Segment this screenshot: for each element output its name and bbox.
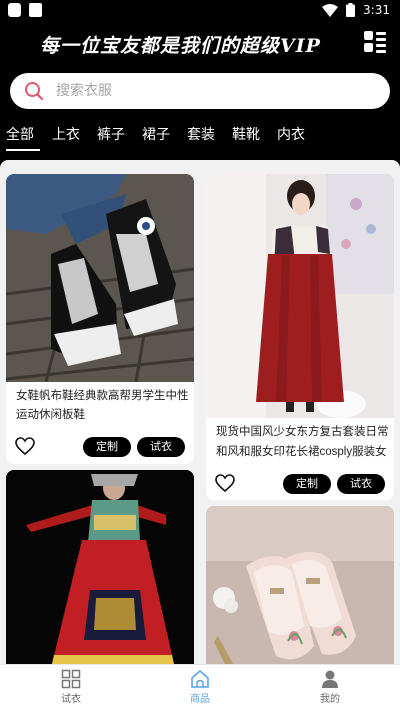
tab-all[interactable]: 全部 (6, 124, 34, 144)
product-card[interactable] (6, 470, 194, 664)
grid-icon (61, 669, 81, 689)
tab-shoes[interactable]: 鞋靴 (232, 124, 260, 144)
product-grid: 女鞋帆布鞋经典款高帮男学生中性 运动休闲板鞋 定制 试衣 现货中国风少女东方复古… (0, 160, 400, 664)
try-on-button[interactable]: 试衣 (337, 474, 385, 494)
product-image (6, 470, 194, 664)
banner-text: 每一位宝友都是我们的超级VIP (40, 35, 321, 57)
try-on-button[interactable]: 试衣 (137, 437, 185, 457)
product-title: 女鞋帆布鞋经典款高帮男学生中性 (16, 390, 189, 402)
home-icon (191, 670, 209, 688)
storage-icon (29, 3, 42, 17)
notification-icon (8, 3, 21, 17)
search-input[interactable] (56, 73, 376, 109)
active-tab-indicator (6, 149, 40, 151)
nav-try-on[interactable]: 试衣 (31, 665, 111, 710)
product-title: 现货中国风少女东方复古套装日常 (216, 426, 389, 438)
menu-grid-icon[interactable] (364, 31, 386, 53)
product-image (206, 174, 394, 418)
nav-products[interactable]: 商品 (160, 665, 240, 710)
status-time: 3:31 (363, 3, 390, 17)
customize-button[interactable]: 定制 (283, 474, 331, 494)
tab-tops[interactable]: 上衣 (52, 124, 80, 144)
product-title-line2: 运动休闲板鞋 (16, 409, 85, 421)
nav-profile[interactable]: 我的 (290, 665, 370, 710)
vip-banner: 每一位宝友都是我们的超级VIP (0, 22, 400, 66)
tab-sets[interactable]: 套装 (187, 124, 215, 144)
person-icon (322, 670, 338, 688)
favorite-heart-icon[interactable] (215, 474, 235, 492)
nav-label: 商品 (190, 694, 210, 705)
nav-label: 我的 (320, 694, 340, 705)
wifi-icon (322, 3, 339, 17)
product-card[interactable]: 女鞋帆布鞋经典款高帮男学生中性 运动休闲板鞋 定制 试衣 (6, 174, 194, 464)
product-image (6, 174, 194, 382)
category-tabs: 全部 上衣 裤子 裙子 套装 鞋靴 内衣 (0, 118, 400, 158)
product-card[interactable] (206, 506, 394, 664)
tab-pants[interactable]: 裤子 (97, 124, 125, 144)
favorite-heart-icon[interactable] (15, 437, 35, 455)
search-bar[interactable] (10, 73, 390, 109)
tab-skirts[interactable]: 裙子 (142, 124, 170, 144)
search-icon (25, 82, 44, 101)
nav-label: 试衣 (61, 694, 81, 705)
product-image (206, 506, 394, 664)
customize-button[interactable]: 定制 (83, 437, 131, 457)
battery-icon (346, 3, 356, 17)
tab-underwear[interactable]: 内衣 (277, 124, 305, 144)
bottom-navigation: 试衣 商品 我的 (0, 664, 400, 710)
product-card[interactable]: 现货中国风少女东方复古套装日常 和风和服女印花长裙cosply服装女 定制 试衣 (206, 174, 394, 500)
product-title-line2: 和风和服女印花长裙cosply服装女 (216, 446, 387, 458)
status-bar: 3:31 (0, 0, 400, 22)
